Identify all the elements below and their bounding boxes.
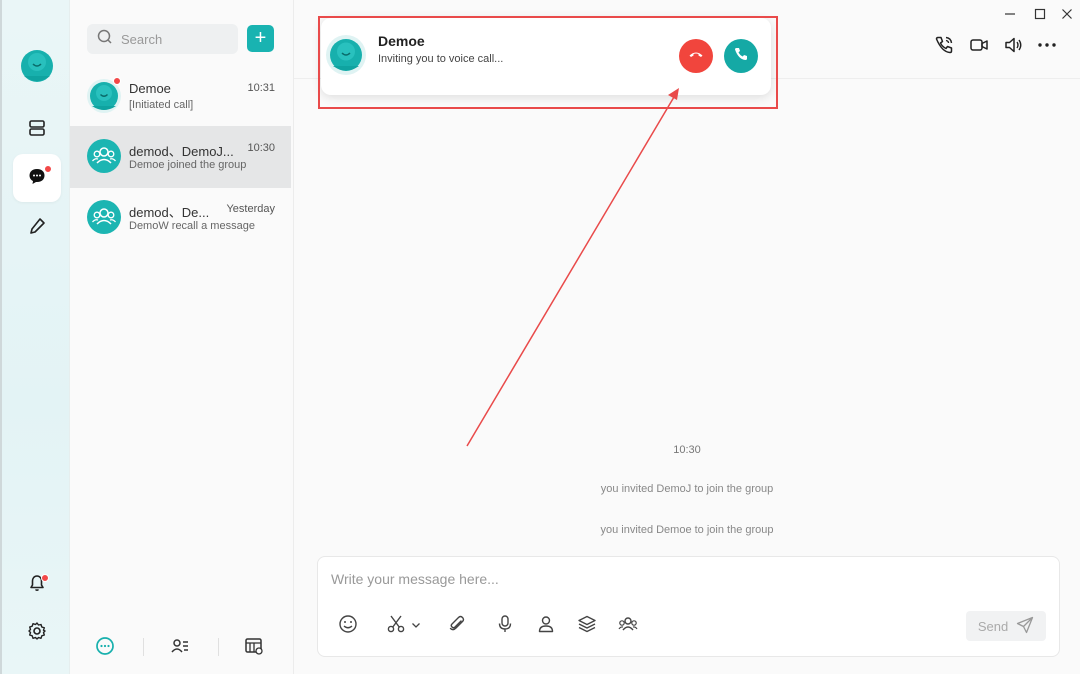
workspace-button[interactable] bbox=[13, 106, 61, 154]
server-icon bbox=[28, 119, 46, 142]
conversation-time: 10:30 bbox=[247, 142, 275, 154]
screenshot-options-button[interactable] bbox=[409, 615, 423, 637]
search-icon bbox=[97, 29, 113, 50]
incoming-call-notification: Demoe Inviting you to voice call... bbox=[321, 18, 771, 95]
emoji-button[interactable] bbox=[337, 614, 359, 639]
layers-button[interactable] bbox=[576, 615, 598, 637]
conversation-time: Yesterday bbox=[226, 203, 275, 215]
search-box[interactable] bbox=[87, 24, 238, 54]
conversation-name: Demoe bbox=[129, 81, 171, 96]
voice-call-button[interactable] bbox=[933, 36, 955, 58]
conversation-list-panel: + Demoe 10:31 [Initiated call] demod、Dem… bbox=[70, 0, 294, 674]
caller-name: Demoe bbox=[378, 33, 425, 49]
group-icon bbox=[618, 614, 638, 639]
settings-button[interactable] bbox=[13, 609, 61, 657]
notes-button[interactable] bbox=[13, 204, 61, 252]
speaker-button[interactable] bbox=[1002, 36, 1024, 58]
group-call-button[interactable] bbox=[617, 615, 639, 637]
user-avatar[interactable] bbox=[21, 48, 53, 84]
conversation-item[interactable]: demod、DemoJ... 10:30 Demoe joined the gr… bbox=[70, 126, 291, 188]
minimize-button[interactable] bbox=[1002, 8, 1018, 24]
contacts-icon bbox=[170, 636, 190, 661]
plus-icon: + bbox=[254, 27, 267, 49]
message-composer: Send bbox=[317, 556, 1060, 657]
nav-rail bbox=[0, 0, 70, 674]
chat-dots-icon bbox=[95, 636, 115, 661]
hang-up-icon bbox=[688, 46, 704, 67]
system-message: you invited Demoe to join the group bbox=[600, 524, 774, 536]
message-timestamp: 10:30 bbox=[673, 444, 701, 456]
scissors-icon bbox=[386, 614, 406, 639]
video-call-button[interactable] bbox=[968, 36, 990, 58]
list-tabs bbox=[70, 632, 291, 662]
unread-dot bbox=[44, 165, 52, 173]
speaker-icon bbox=[1003, 35, 1023, 60]
system-message: you invited DemoJ to join the group bbox=[600, 483, 774, 495]
phone-icon bbox=[734, 47, 748, 66]
notifications-button[interactable] bbox=[13, 561, 61, 609]
microphone-icon bbox=[495, 614, 515, 639]
paper-plane-icon bbox=[1016, 616, 1034, 637]
conversation-time: 10:31 bbox=[247, 82, 275, 94]
conversation-preview: Demoe joined the group bbox=[129, 159, 247, 171]
decline-call-button[interactable] bbox=[679, 39, 713, 73]
screenshot-button[interactable] bbox=[385, 615, 407, 637]
tab-apps[interactable] bbox=[242, 636, 266, 660]
close-icon bbox=[1061, 7, 1073, 25]
conversation-name: demod、DemoJ... bbox=[129, 144, 234, 159]
tab-contacts[interactable] bbox=[168, 636, 192, 660]
conversation-preview: DemoW recall a message bbox=[129, 220, 255, 232]
person-icon bbox=[536, 614, 556, 639]
attach-button[interactable] bbox=[446, 615, 468, 637]
apps-grid-icon bbox=[244, 636, 264, 661]
pen-icon bbox=[28, 217, 46, 240]
chat-main: 10:30 you invited DemoJ to join the grou… bbox=[294, 0, 1080, 674]
unread-dot bbox=[113, 77, 121, 85]
call-invitation-text: Inviting you to voice call... bbox=[378, 53, 504, 65]
tab-divider bbox=[143, 638, 144, 656]
group-avatar bbox=[87, 139, 121, 173]
conversation-item[interactable]: Demoe 10:31 [Initiated call] bbox=[70, 66, 291, 128]
send-label: Send bbox=[977, 618, 1009, 634]
tab-chats[interactable] bbox=[93, 636, 117, 660]
contact-card-button[interactable] bbox=[535, 615, 557, 637]
caller-avatar bbox=[326, 35, 366, 75]
more-dots-icon bbox=[1037, 35, 1057, 60]
conversation-preview: [Initiated call] bbox=[129, 99, 194, 111]
add-button[interactable]: + bbox=[247, 25, 274, 52]
message-input[interactable] bbox=[331, 571, 1031, 595]
more-button[interactable] bbox=[1036, 36, 1058, 58]
close-button[interactable] bbox=[1059, 8, 1075, 24]
tab-divider bbox=[218, 638, 219, 656]
gear-icon bbox=[27, 621, 47, 646]
voice-message-button[interactable] bbox=[494, 614, 516, 639]
layers-icon bbox=[577, 614, 597, 639]
conversation-item[interactable]: demod、De... Yesterday DemoW recall a mes… bbox=[70, 187, 291, 249]
emoji-icon bbox=[338, 614, 358, 639]
minimize-icon bbox=[1004, 7, 1016, 25]
paperclip-icon bbox=[447, 614, 467, 639]
phone-call-icon bbox=[934, 35, 954, 60]
video-camera-icon bbox=[969, 35, 989, 60]
conversation-name: demod、De... bbox=[129, 205, 210, 220]
group-avatar bbox=[87, 200, 121, 234]
send-button[interactable]: Send bbox=[966, 611, 1046, 641]
accept-call-button[interactable] bbox=[724, 39, 758, 73]
maximize-button[interactable] bbox=[1032, 8, 1048, 24]
chevron-down-icon bbox=[411, 617, 421, 635]
notification-dot bbox=[41, 574, 49, 582]
chat-nav-button[interactable] bbox=[13, 154, 61, 202]
maximize-icon bbox=[1034, 7, 1046, 25]
search-input[interactable] bbox=[121, 31, 231, 47]
